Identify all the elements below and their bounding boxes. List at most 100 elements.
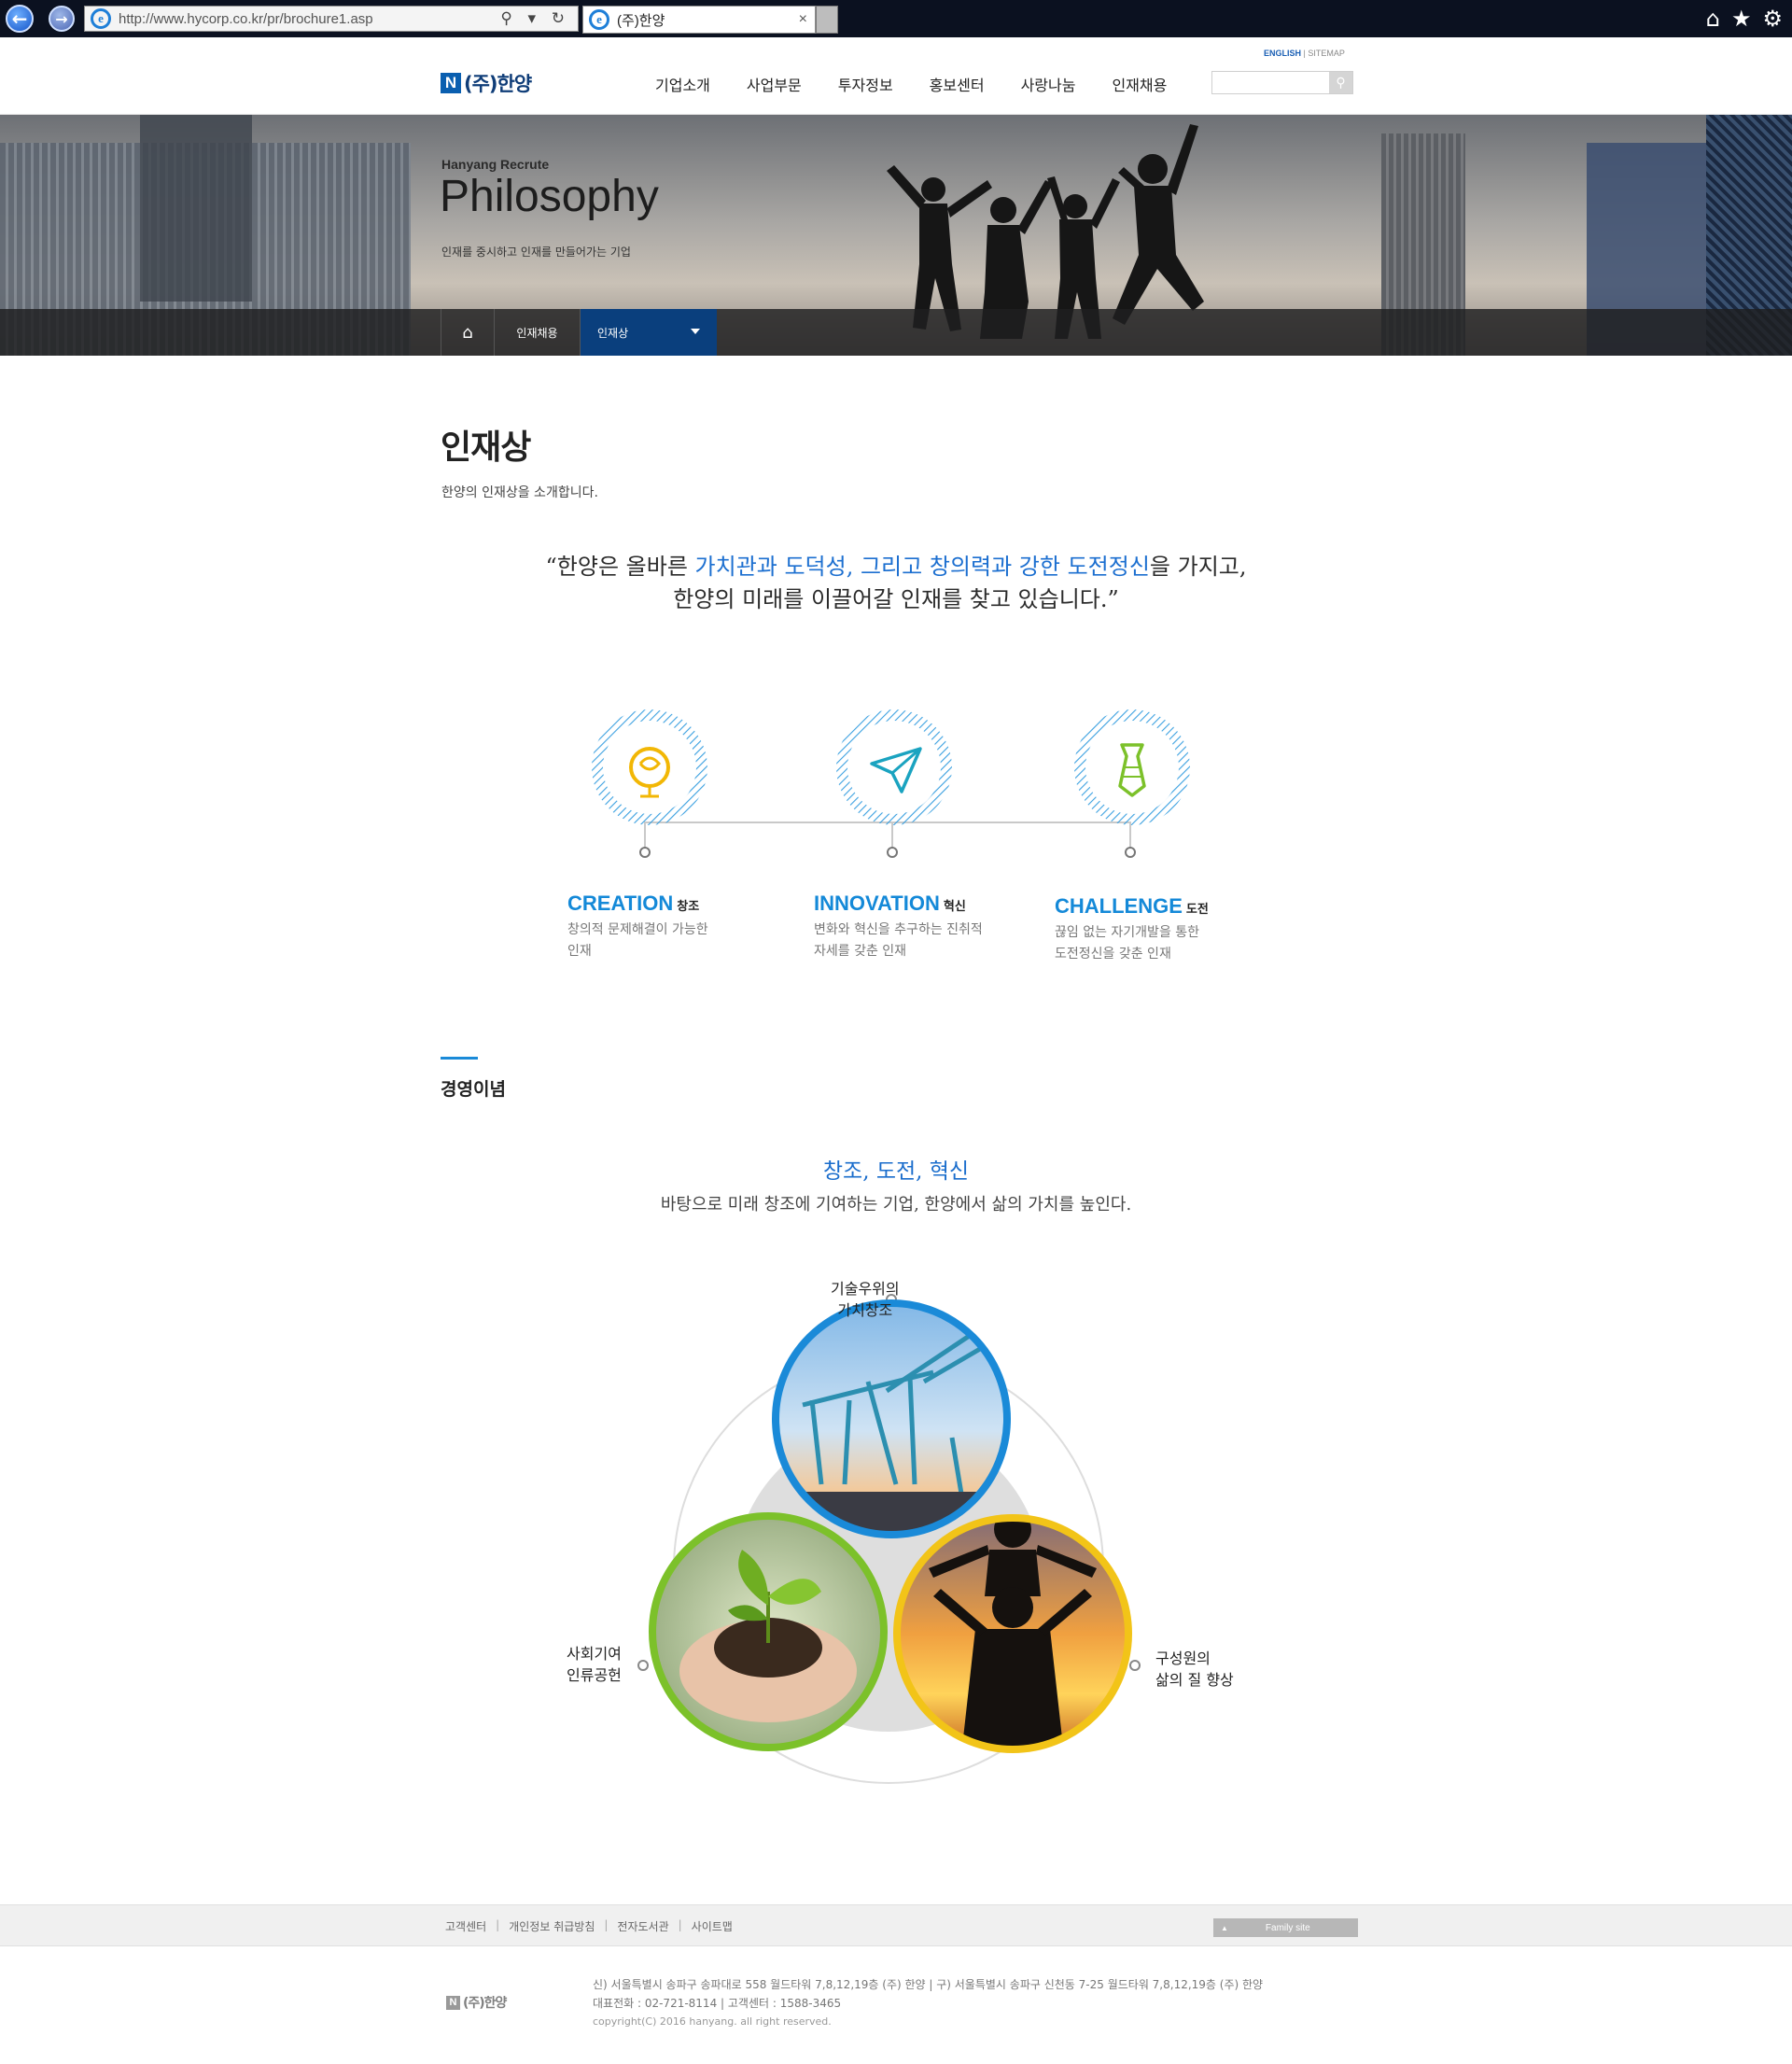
quote-highlight: 가치관과 도덕성, 그리고 창의력과 강한 도전정신: [694, 554, 1150, 580]
logo-text: (주)한양: [464, 73, 532, 95]
venn-label-line-1: 사회기여: [567, 1645, 622, 1663]
talent-desc-line-2: 인재: [567, 944, 592, 959]
challenge-tie-icon: [1074, 709, 1190, 858]
sitemap-link[interactable]: SITEMAP: [1308, 49, 1345, 58]
talent-name: CREATION: [567, 892, 674, 915]
breadcrumb: ⌂ 인재채용 인재상: [0, 309, 1792, 356]
hero-subtitle: Hanyang Recrute: [441, 157, 550, 172]
tab-ie-icon: e: [589, 9, 609, 30]
nav-item-company[interactable]: 기업소개: [655, 73, 710, 95]
nav-item-investor[interactable]: 투자정보: [838, 73, 893, 95]
footer-link-sitemap[interactable]: 사이트맵: [692, 1918, 733, 1934]
mission-venn-diagram: [637, 1294, 1141, 1784]
quote-part-1: “한양은 올바른: [545, 554, 695, 580]
tab-title: (주)한양: [617, 12, 665, 29]
talent-name: INNOVATION: [814, 892, 940, 915]
talent-innovation: INNOVATION 혁신 변화와 혁신을 추구하는 진취적 자세를 갖춘 인재: [814, 892, 983, 962]
hero-banner: Hanyang Recrute Philosophy 인재를 중시하고 인재를 …: [0, 115, 1792, 356]
footer-link-customer[interactable]: 고객센터: [445, 1918, 486, 1934]
talent-desc-line-1: 변화와 혁신을 추구하는 진취적: [814, 922, 983, 937]
site-header: ENGLISH | SITEMAP N (주)한양 기업소개 사업부문 투자정보…: [0, 37, 1792, 115]
logo-mark-icon: N: [441, 73, 461, 93]
footer-phone: 대표전화 : 02-721-8114 | 고객센터 : 1588-3465: [593, 1997, 842, 2010]
footer-address: 신) 서울특별시 송파구 송파대로 558 월드타워 7,8,12,19층 (주…: [593, 1978, 1264, 1991]
favorites-star-icon[interactable]: ★: [1731, 6, 1752, 32]
main-nav: 기업소개 사업부문 투자정보 홍보센터 사랑나눔 인재채용: [655, 73, 1203, 95]
back-button[interactable]: ←: [6, 5, 34, 33]
talent-desc: 변화와 혁신을 추구하는 진취적 자세를 갖춘 인재: [814, 920, 983, 962]
footer-link-library[interactable]: 전자도서관: [617, 1918, 668, 1934]
breadcrumb-item-talent: 인재상: [597, 326, 629, 340]
nav-item-pr[interactable]: 홍보센터: [930, 73, 985, 95]
breadcrumb-home-icon[interactable]: ⌂: [441, 309, 495, 356]
hero-description: 인재를 중시하고 인재를 만들어가는 기업: [441, 246, 631, 259]
search-input[interactable]: ⚲: [1211, 71, 1353, 94]
search-icon[interactable]: ⚲: [1329, 72, 1352, 93]
venn-label-members: 구성원의 삶의 질 향상: [1155, 1648, 1234, 1691]
nav-item-business[interactable]: 사업부문: [747, 73, 802, 95]
page-title: 인재상: [441, 428, 531, 467]
venn-label-line-1: 기술우위의: [831, 1280, 900, 1298]
footer-separator: |: [678, 1918, 682, 1931]
browser-tab[interactable]: e (주)한양 ×: [582, 6, 816, 34]
settings-gear-icon[interactable]: ⚙: [1762, 6, 1783, 32]
ie-icon: e: [91, 8, 111, 29]
url-text[interactable]: http://www.hycorp.co.kr/pr/brochure1.asp: [119, 11, 500, 27]
talent-desc-line-1: 창의적 문제해결이 가능한: [567, 922, 708, 937]
talent-desc-line-2: 자세를 갖춘 인재: [814, 944, 907, 959]
talent-quote: “한양은 올바른 가치관과 도덕성, 그리고 창의력과 강한 도전정신을 가지고…: [439, 551, 1353, 616]
breadcrumb-dropdown-talent[interactable]: 인재상: [581, 309, 717, 356]
talent-challenge: CHALLENGE 도전 끊임 없는 자기개발을 통한 도전정신을 갖춘 인재: [1055, 894, 1209, 965]
new-tab-button[interactable]: [816, 6, 838, 34]
hero-title: Philosophy: [440, 172, 659, 221]
section-accent-bar: [441, 1057, 478, 1060]
hero-building-left-tower: [140, 115, 252, 302]
footer-logo-text: (주)한양: [463, 1996, 507, 2011]
quote-part-2: 을 가지고,: [1149, 554, 1247, 580]
talent-kr: 도전: [1185, 903, 1209, 917]
address-bar[interactable]: e http://www.hycorp.co.kr/pr/brochure1.a…: [84, 6, 579, 32]
tab-close-icon[interactable]: ×: [799, 11, 807, 28]
triangle-up-icon: ▲: [1221, 1923, 1228, 1932]
footer-links: 고객센터 | 개인정보 취급방침 | 전자도서관 | 사이트맵: [445, 1918, 733, 1934]
talent-desc-line-2: 도전정신을 갖춘 인재: [1055, 947, 1171, 962]
talent-creation: CREATION 창조 창의적 문제해결이 가능한 인재: [567, 892, 708, 962]
footer-logo: N (주)한양: [446, 1993, 507, 2012]
footer-separator: |: [496, 1918, 500, 1931]
footer-link-privacy[interactable]: 개인정보 취급방침: [509, 1918, 595, 1934]
breadcrumb-item-recruit[interactable]: 인재채용: [495, 309, 581, 356]
search-refresh-icons[interactable]: ⚲ ▾ ↻: [500, 9, 570, 28]
nav-item-recruit[interactable]: 인재채용: [1112, 73, 1167, 95]
venn-label-line-2: 인류공헌: [567, 1666, 622, 1684]
venn-label-line-2: 삶의 질 향상: [1155, 1671, 1234, 1689]
family-site-select[interactable]: ▲ Family site: [1213, 1918, 1358, 1937]
talent-desc: 끊임 없는 자기개발을 통한 도전정신을 갖춘 인재: [1055, 922, 1209, 965]
venn-label-technology: 기술우위의 가치창조: [831, 1278, 900, 1321]
quote-line-1: “한양은 올바른 가치관과 도덕성, 그리고 창의력과 강한 도전정신을 가지고…: [439, 551, 1353, 583]
forward-button[interactable]: →: [49, 6, 75, 32]
venn-dot-left: [637, 1660, 649, 1671]
venn-label-line-2: 가치창조: [837, 1301, 893, 1319]
talent-desc: 창의적 문제해결이 가능한 인재: [567, 920, 708, 962]
browser-toolbar: ← → e http://www.hycorp.co.kr/pr/brochur…: [0, 0, 1792, 37]
site-logo[interactable]: N (주)한양: [441, 69, 532, 97]
nav-item-sharing[interactable]: 사랑나눔: [1021, 73, 1076, 95]
footer-separator: |: [604, 1918, 609, 1931]
page-description: 한양의 인재상을 소개합니다.: [441, 485, 598, 500]
home-icon[interactable]: ⌂: [1706, 6, 1720, 32]
mission-description: 바탕으로 미래 창조에 기여하는 기업, 한양에서 삶의 가치를 높인다.: [660, 1195, 1132, 1215]
talent-kr: 혁신: [943, 900, 966, 914]
creation-icon: [592, 709, 707, 858]
section-title-philosophy: 경영이념: [441, 1079, 506, 1100]
venn-label-line-1: 구성원의: [1155, 1650, 1211, 1667]
footer-copyright: copyright(C) 2016 hanyang. all right res…: [593, 2015, 832, 2028]
mission-title: 창조, 도전, 혁신: [822, 1159, 970, 1184]
utility-links: ENGLISH | SITEMAP: [1264, 49, 1345, 58]
chevron-down-icon: [691, 329, 700, 334]
talent-icons-diagram: [592, 709, 1190, 858]
talent-kr: 창조: [677, 900, 700, 914]
english-link[interactable]: ENGLISH: [1264, 49, 1301, 58]
footer-company-info: 신) 서울특별시 송파구 송파대로 558 월드타워 7,8,12,19층 (주…: [593, 1975, 1263, 2031]
innovation-paper-plane-icon: [836, 709, 952, 858]
talent-desc-line-1: 끊임 없는 자기개발을 통한: [1055, 925, 1200, 940]
